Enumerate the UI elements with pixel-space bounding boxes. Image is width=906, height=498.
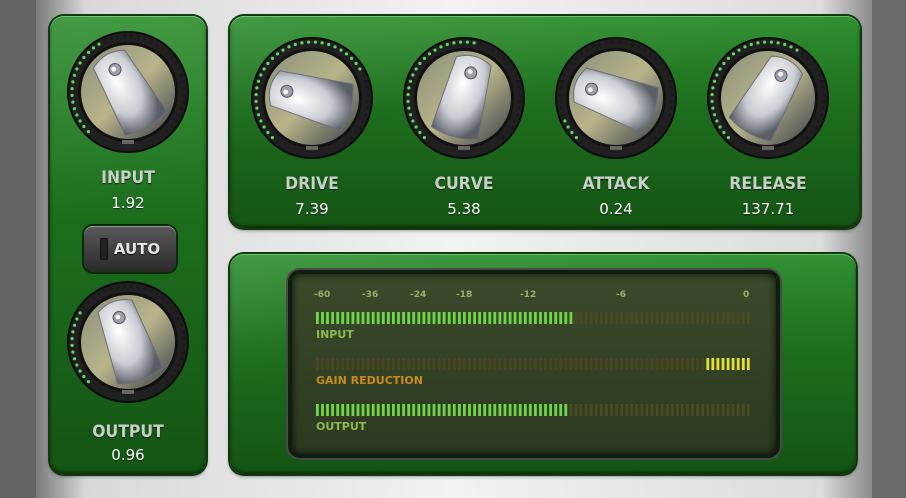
level-meter-display: -60 -36 -24 -18 -12 -6 0 INPUT GAIN REDU… [292,274,776,454]
input-value: 1.92 [111,194,145,212]
input-meter-label: INPUT [316,328,354,341]
attack-label: ATTACK [582,174,650,194]
auto-led-icon [99,238,108,260]
scale-tick: 0 [743,290,750,300]
attack-knob[interactable] [554,36,678,160]
output-label: OUTPUT [92,422,164,442]
auto-button-label: AUTO [113,240,161,258]
curve-value: 5.38 [447,200,481,218]
scale-tick: -60 [314,290,331,300]
input-meter-bar [316,312,750,324]
gain-reduction-meter-label: GAIN REDUCTION [316,374,423,387]
output-meter-bar [316,404,750,416]
drive-knob[interactable] [250,36,374,160]
left-background [0,0,36,498]
scale-tick: -6 [616,290,626,300]
gain-reduction-meter-bar [316,358,750,370]
right-background [872,0,906,498]
curve-knob[interactable] [402,36,526,160]
output-knob[interactable] [66,280,190,404]
release-label: RELEASE [729,174,807,194]
release-knob[interactable] [706,36,830,160]
curve-label: CURVE [434,174,494,194]
auto-button[interactable]: AUTO [84,226,176,272]
input-knob[interactable] [66,30,190,154]
input-label: INPUT [101,168,155,188]
scale-tick: -36 [362,290,379,300]
attack-value: 0.24 [599,200,633,218]
scale-tick: -18 [456,290,473,300]
scale-tick: -24 [410,290,427,300]
output-value: 0.96 [111,446,145,464]
release-value: 137.71 [741,200,795,218]
drive-value: 7.39 [295,200,329,218]
scale-tick: -12 [520,290,537,300]
output-meter-label: OUTPUT [316,420,367,433]
drive-label: DRIVE [285,174,339,194]
